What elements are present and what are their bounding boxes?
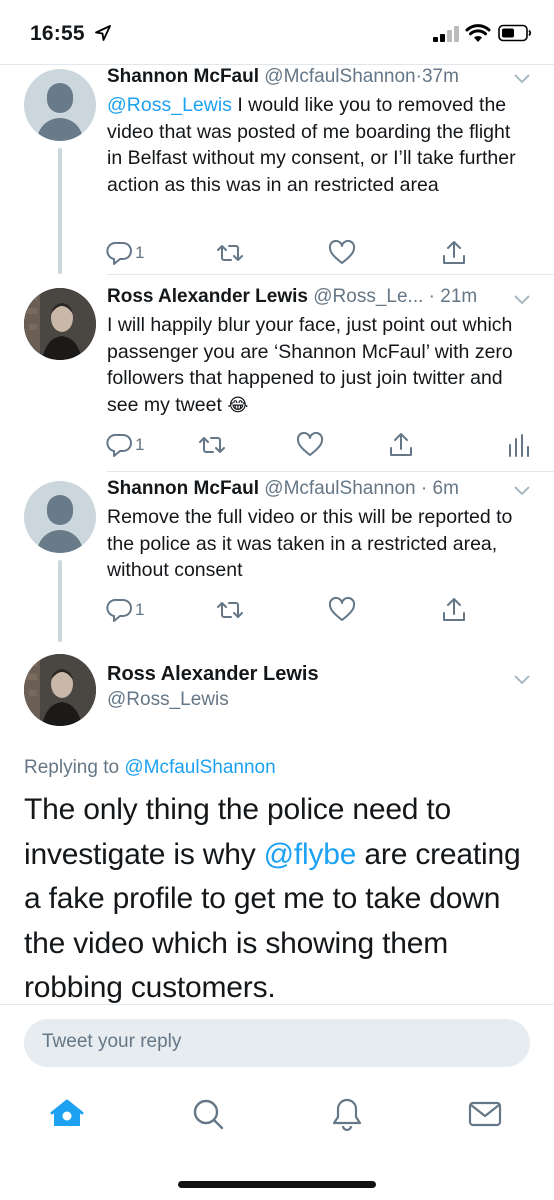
photo-avatar[interactable] [24, 288, 96, 360]
retweet-icon [217, 245, 243, 261]
reply-button[interactable]: 1 [106, 430, 144, 460]
heart-icon [328, 239, 356, 264]
reply-count: 1 [135, 435, 145, 454]
reply-button[interactable]: 1 [106, 595, 144, 625]
tweet-header: Shannon McFaul @McfaulShannon·37m [107, 66, 459, 88]
main-tweet-author-name[interactable]: Ross Alexander Lewis [107, 663, 319, 686]
search-icon[interactable] [189, 1095, 227, 1133]
chevron-down-icon[interactable] [512, 672, 532, 686]
status-time: 16:55 [30, 22, 85, 45]
heart-icon [296, 431, 324, 456]
main-tweet-text: The only thing the police need to invest… [24, 793, 521, 1004]
tweet-2[interactable]: Ross Alexander Lewis @Ross_Le... · 21m I… [0, 275, 554, 471]
tweet-1[interactable]: Shannon McFaul @McfaulShannon·37m @Ross_… [0, 64, 554, 274]
tweet-text: @Ross_Lewis I would like you to removed … [107, 94, 516, 196]
like-button[interactable] [328, 595, 356, 625]
replying-to: Replying to @McfaulShannon [24, 757, 276, 778]
tweet-actions: 1 [0, 430, 554, 460]
share-icon [443, 241, 465, 264]
chevron-down-icon[interactable] [512, 71, 532, 85]
mention-link[interactable]: @flybe [264, 838, 357, 871]
analytics-button[interactable] [504, 430, 532, 460]
tweet-text: I will happily blur your face, just poin… [107, 314, 513, 416]
messages-icon[interactable] [466, 1095, 504, 1133]
share-icon [443, 598, 465, 621]
laughing-emoji: 😂 [227, 394, 249, 415]
reply-icon [106, 598, 132, 622]
tweet-time: 6m [432, 478, 459, 499]
tweet-time: 21m [440, 286, 478, 307]
wifi-icon [465, 24, 491, 42]
share-button[interactable] [440, 238, 468, 268]
replying-to-link[interactable]: @McfaulShannon [124, 757, 275, 778]
like-button[interactable] [296, 430, 324, 460]
tweet-separator: · [420, 478, 428, 499]
tweet-author-handle[interactable]: @McfaulShannon [264, 478, 415, 499]
notifications-icon[interactable] [328, 1095, 366, 1133]
reply-bar: Tweet your reply [0, 1004, 554, 1076]
reply-button[interactable]: 1 [106, 238, 144, 268]
battery-icon [498, 24, 532, 42]
photo-avatar[interactable] [24, 654, 96, 726]
tweet-actions: 1 [0, 238, 554, 268]
tweet-author-handle[interactable]: @McfaulShannon [264, 66, 415, 87]
reply-icon [106, 241, 132, 265]
chevron-down-icon[interactable] [512, 483, 532, 497]
share-icon [390, 433, 412, 456]
heart-icon [328, 596, 356, 621]
mention-link[interactable]: @Ross_Lewis [107, 94, 232, 116]
tweet-header: Ross Alexander Lewis @Ross_Le... · 21m [107, 286, 477, 308]
retweet-button[interactable] [198, 430, 226, 460]
tweet-header: Shannon McFaul @McfaulShannon · 6m [107, 478, 459, 500]
tweet-3[interactable]: Shannon McFaul @McfaulShannon · 6m Remov… [0, 472, 554, 642]
home-indicator[interactable] [178, 1181, 376, 1188]
tweet-actions: 1 [0, 595, 554, 625]
default-avatar[interactable] [24, 481, 96, 553]
chevron-down-icon[interactable] [512, 292, 532, 306]
tweet-time: 37m [421, 66, 459, 87]
analytics-icon [509, 434, 529, 457]
default-avatar[interactable] [24, 69, 96, 141]
reply-count: 1 [135, 600, 145, 619]
status-bar: 16:55 [0, 0, 554, 64]
main-tweet-author-handle[interactable]: @Ross_Lewis [107, 689, 229, 711]
tweet-reply-input[interactable]: Tweet your reply [24, 1019, 530, 1067]
retweet-icon [199, 437, 225, 453]
tweet-author-name[interactable]: Shannon McFaul [107, 478, 259, 499]
retweet-button[interactable] [216, 595, 244, 625]
home-icon[interactable] [48, 1095, 86, 1133]
location-arrow-icon [95, 25, 111, 41]
retweet-button[interactable] [216, 238, 244, 268]
reply-count: 1 [135, 243, 145, 262]
share-button[interactable] [387, 430, 415, 460]
reply-icon [106, 433, 132, 457]
share-button[interactable] [440, 595, 468, 625]
tweet-text: Remove the full video or this will be re… [107, 506, 513, 581]
tweet-author-name[interactable]: Shannon McFaul [107, 66, 259, 87]
cellular-signal-icon [433, 26, 459, 42]
tweet-author-handle[interactable]: @Ross_Le... [313, 286, 423, 307]
tweet-separator: · [428, 286, 435, 307]
like-button[interactable] [328, 238, 356, 268]
tab-bar [0, 1080, 554, 1150]
retweet-icon [217, 602, 243, 618]
tweet-author-name[interactable]: Ross Alexander Lewis [107, 286, 308, 307]
